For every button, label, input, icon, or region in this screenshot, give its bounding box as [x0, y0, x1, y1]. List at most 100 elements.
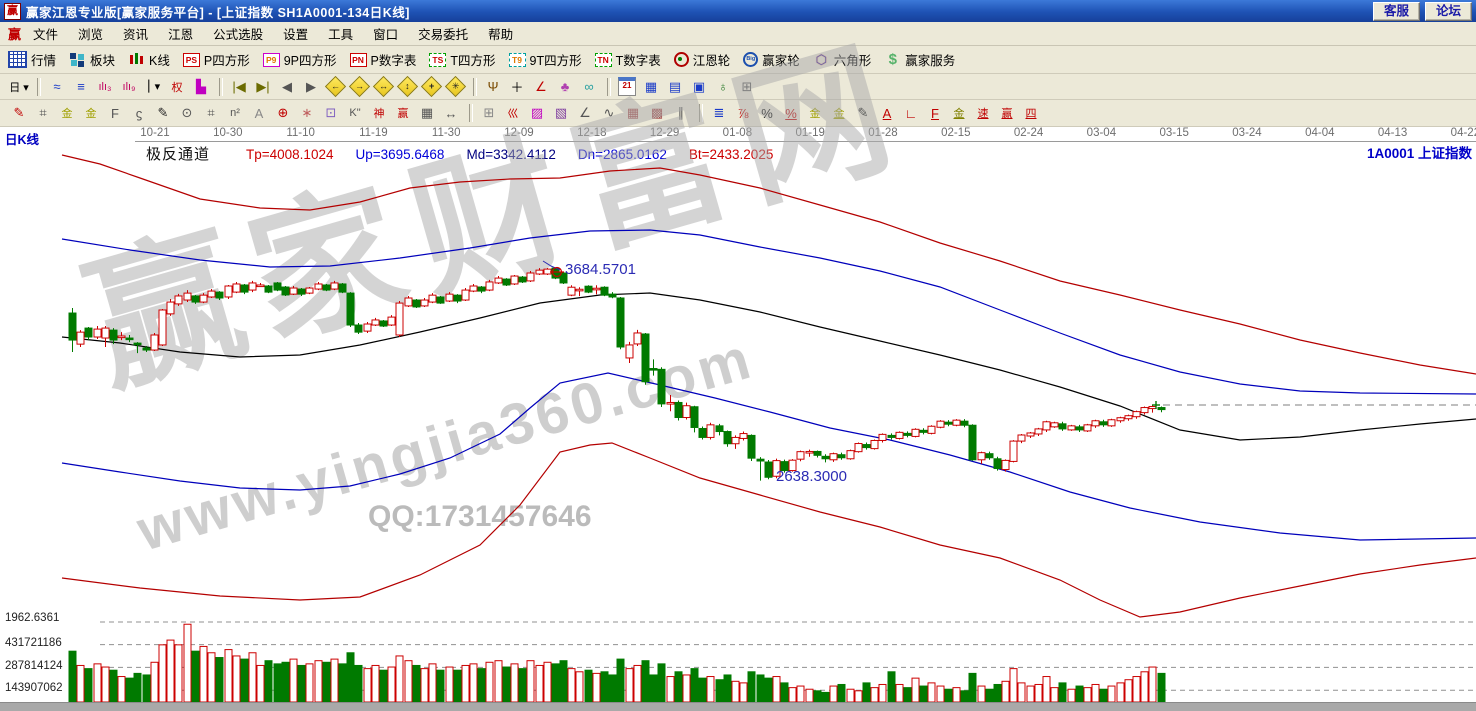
candle-up — [429, 295, 436, 302]
candle-up — [470, 286, 477, 291]
channel-line-Tp — [62, 155, 1476, 374]
candle-down — [323, 285, 330, 290]
volume-bar-up — [593, 673, 600, 702]
volume-bar-up — [789, 688, 796, 702]
candle-up — [77, 332, 84, 344]
candle-down — [945, 422, 952, 424]
candle-up — [372, 320, 379, 325]
candle-down — [765, 462, 772, 477]
channel-line-Dn — [62, 373, 1476, 540]
volume-bar-up — [568, 669, 575, 702]
candle-up — [732, 437, 739, 443]
volume-bar-down — [134, 673, 141, 702]
candle-up — [1068, 426, 1075, 430]
candle-down — [143, 348, 150, 350]
candle-down — [986, 454, 993, 458]
volume-axis-label-1: 431721186 — [5, 637, 97, 649]
candle-down — [380, 321, 387, 326]
volume-bar-up — [978, 686, 985, 702]
candle-down — [1059, 424, 1066, 429]
volume-bar-up — [290, 659, 297, 702]
price-annotation-3684.5701: 3684.5701 — [565, 261, 636, 278]
candle-down — [904, 433, 911, 435]
candle-down — [1158, 408, 1165, 410]
candle-up — [634, 333, 641, 344]
volume-axis-label-3: 143907062 — [5, 682, 97, 694]
volume-bar-up — [626, 669, 633, 702]
volume-bar-down — [126, 678, 133, 702]
candle-up — [879, 434, 886, 440]
candle-up — [576, 289, 583, 291]
candle-up — [740, 434, 747, 439]
volume-bar-up — [388, 667, 395, 702]
volume-bar-down — [969, 673, 976, 702]
candle-up — [208, 291, 215, 297]
candle-up — [151, 335, 158, 350]
volume-bar-up — [200, 646, 207, 702]
volume-bar-up — [937, 686, 944, 702]
volume-bar-up — [421, 669, 428, 702]
volume-bar-down — [323, 662, 330, 702]
candle-up — [315, 284, 322, 289]
volume-bar-up — [896, 684, 903, 702]
volume-bar-up — [1117, 683, 1124, 702]
volume-bar-up — [462, 665, 469, 702]
volume-bar-down — [241, 659, 248, 702]
volume-bar-up — [306, 664, 313, 702]
volume-bar-down — [716, 680, 723, 702]
volume-bar-up — [159, 645, 166, 702]
volume-bar-down — [961, 691, 968, 702]
candle-down — [994, 459, 1001, 469]
channel-line-Up — [62, 230, 1476, 394]
volume-bar-down — [1158, 673, 1165, 702]
candle-down — [274, 283, 281, 290]
candle-down — [748, 435, 755, 458]
candle-down — [282, 287, 289, 295]
volume-bar-up — [1108, 686, 1115, 702]
volume-bar-down — [658, 664, 665, 702]
volume-bar-down — [945, 689, 952, 702]
volume-bar-down — [986, 689, 993, 702]
volume-bar-up — [486, 662, 493, 702]
candle-down — [69, 313, 76, 340]
kline-chart-canvas[interactable] — [0, 0, 1476, 710]
candle-up — [1027, 433, 1034, 436]
volume-axis-label-2: 287814124 — [5, 660, 97, 672]
volume-bar-down — [585, 670, 592, 702]
volume-bar-down — [413, 665, 420, 702]
candle-down — [355, 325, 362, 332]
candle-down — [126, 338, 133, 340]
volume-bar-up — [707, 677, 714, 702]
volume-bar-up — [1043, 677, 1050, 702]
volume-bar-down — [888, 672, 895, 702]
candle-down — [216, 292, 223, 298]
candle-up — [1018, 435, 1025, 441]
volume-bar-down — [503, 667, 510, 702]
candle-down — [585, 286, 592, 292]
volume-bar-up — [797, 686, 804, 702]
volume-bar-up — [331, 659, 338, 702]
candle-up — [102, 328, 109, 338]
candle-up — [1117, 418, 1124, 421]
volume-bar-up — [667, 677, 674, 702]
candle-down — [413, 300, 420, 307]
volume-bar-up — [1010, 669, 1017, 702]
volume-bar-down — [560, 661, 567, 702]
volume-bar-down — [699, 678, 706, 702]
candle-up — [511, 276, 518, 284]
volume-bar-down — [675, 672, 682, 702]
volume-bar-up — [683, 675, 690, 702]
volume-bar-up — [536, 665, 543, 702]
candle-up — [527, 273, 534, 281]
candle-up — [364, 324, 371, 331]
candle-up — [626, 345, 633, 358]
candle-down — [265, 286, 272, 292]
candle-down — [699, 428, 706, 437]
candle-up — [937, 421, 944, 427]
volume-bar-up — [634, 665, 641, 702]
candle-up — [536, 270, 543, 274]
volume-bar-down — [994, 684, 1001, 702]
volume-bar-up — [1002, 681, 1009, 702]
candle-up — [1010, 441, 1017, 461]
volume-bar-up — [151, 662, 158, 702]
